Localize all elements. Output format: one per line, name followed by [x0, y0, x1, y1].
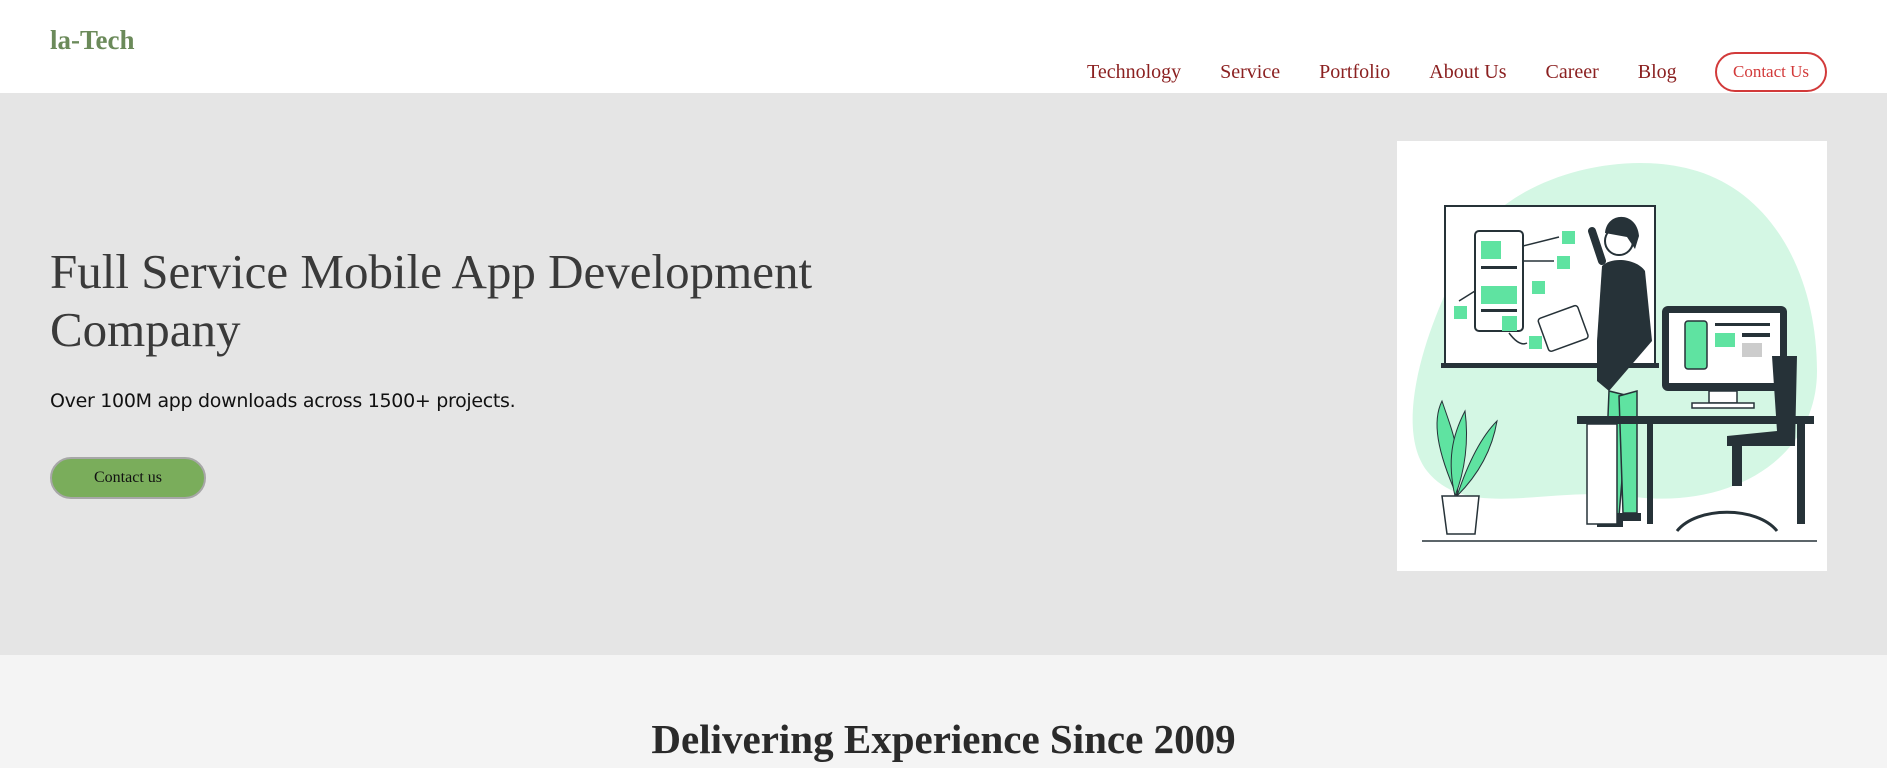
developer-illustration — [1397, 141, 1827, 571]
nav-portfolio[interactable]: Portfolio — [1319, 61, 1390, 84]
contact-us-button[interactable]: Contact Us — [1715, 52, 1827, 92]
illustration-svg — [1412, 162, 1817, 542]
nav-service[interactable]: Service — [1220, 61, 1280, 84]
top-navbar: la-Tech Technology Service Portfolio Abo… — [0, 0, 1887, 93]
experience-section: Delivering Experience Since 2009 — [0, 655, 1887, 768]
nav-career[interactable]: Career — [1545, 61, 1598, 84]
nav-about-us[interactable]: About Us — [1429, 61, 1506, 84]
hero-subtitle: Over 100M app downloads across 1500+ pro… — [50, 390, 516, 412]
plant-pot-shape — [1441, 495, 1480, 535]
hero-title: Full Service Mobile App Development Comp… — [50, 244, 813, 357]
nav-blog[interactable]: Blog — [1638, 61, 1677, 84]
nav-technology[interactable]: Technology — [1087, 61, 1181, 84]
brand-logo[interactable]: la-Tech — [50, 25, 135, 56]
experience-title: Delivering Experience Since 2009 — [651, 716, 1236, 762]
hero-contact-button[interactable]: Contact us — [50, 457, 206, 499]
